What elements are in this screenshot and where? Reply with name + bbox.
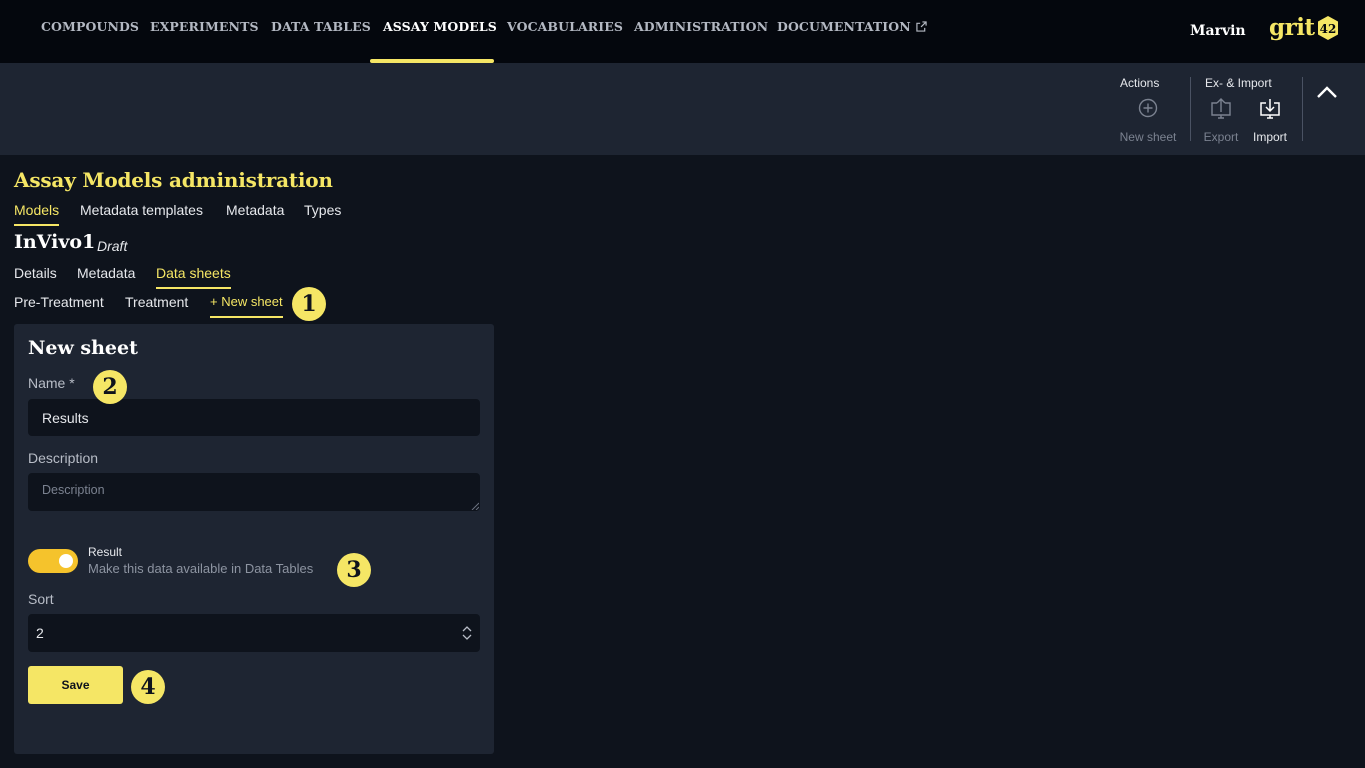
sort-value: 2 [36, 625, 44, 641]
import-group-label: Ex- & Import [1205, 76, 1272, 90]
tab-types[interactable]: Types [304, 202, 341, 224]
save-button[interactable]: Save [28, 666, 123, 704]
result-hint: Make this data available in Data Tables [88, 561, 314, 576]
result-label: Result [88, 545, 123, 559]
tab-model-metadata[interactable]: Metadata [77, 265, 135, 287]
import-button[interactable]: Import [1240, 97, 1300, 144]
logo-text: grit [1269, 14, 1315, 41]
toggle-knob [59, 554, 73, 568]
page-title: Assay Models administration [14, 168, 333, 192]
top-navigation: COMPOUNDS EXPERIMENTS DATA TABLES ASSAY … [0, 0, 1365, 63]
nav-administration[interactable]: ADMINISTRATION [634, 0, 768, 63]
model-status: Draft [97, 238, 128, 254]
description-input[interactable] [28, 473, 480, 511]
logo-badge-text: 42 [1319, 22, 1336, 36]
name-input[interactable] [28, 399, 480, 436]
step-badge-3: 3 [337, 553, 371, 587]
nav-assay-models[interactable]: ASSAY MODELS [383, 0, 497, 63]
actions-group-label: Actions [1120, 76, 1160, 90]
tab-metadata-templates[interactable]: Metadata templates [80, 202, 203, 224]
step-badge-1: 1 [292, 287, 326, 321]
result-toggle[interactable] [28, 549, 78, 573]
sort-label: Sort [28, 591, 54, 607]
sort-input[interactable]: 2 [28, 614, 480, 652]
resize-grip-icon[interactable] [471, 502, 479, 510]
new-sheet-toolbar-button[interactable]: New sheet [1118, 97, 1178, 144]
toolbar: Actions New sheet Ex- & Import Export Im… [0, 63, 1365, 155]
nav-data-tables[interactable]: DATA TABLES [271, 0, 371, 63]
tab-new-sheet[interactable]: + New sheet [210, 294, 283, 318]
toolbar-divider [1302, 77, 1303, 141]
tab-treatment[interactable]: Treatment [125, 294, 188, 316]
nav-compounds[interactable]: COMPOUNDS [41, 0, 139, 63]
tab-details[interactable]: Details [14, 265, 57, 287]
model-name: InVivo1 [14, 231, 96, 253]
form-title: New sheet [28, 337, 138, 359]
tab-metadata[interactable]: Metadata [226, 202, 284, 224]
nav-documentation-label: DOCUMENTATION [777, 19, 911, 34]
tab-models[interactable]: Models [14, 202, 60, 226]
external-link-icon [916, 21, 927, 32]
number-spinner-icon[interactable] [460, 623, 474, 643]
description-label: Description [28, 450, 99, 466]
tab-data-sheets[interactable]: Data sheets [156, 265, 231, 289]
step-badge-4: 4 [131, 670, 165, 704]
nav-vocabularies[interactable]: VOCABULARIES [507, 0, 623, 63]
grit-logo: grit 42 [1269, 14, 1340, 44]
nav-experiments[interactable]: EXPERIMENTS [150, 0, 259, 63]
step-badge-2: 2 [93, 370, 127, 404]
chevron-up-icon[interactable] [1314, 81, 1340, 105]
nav-documentation[interactable]: DOCUMENTATION [777, 0, 927, 63]
name-label: Name * [28, 375, 75, 391]
import-label: Import [1252, 130, 1287, 144]
user-menu[interactable]: Marvin [1190, 0, 1246, 62]
import-icon [1260, 99, 1280, 119]
add-circle-icon [1138, 98, 1158, 118]
new-sheet-toolbar-label: New sheet [1119, 130, 1177, 144]
logo-hexagon: 42 [1317, 16, 1338, 40]
export-icon [1211, 98, 1231, 119]
tab-pre-treatment[interactable]: Pre-Treatment [14, 294, 104, 316]
new-sheet-form: New sheet Name * Description Result Make… [14, 324, 494, 754]
